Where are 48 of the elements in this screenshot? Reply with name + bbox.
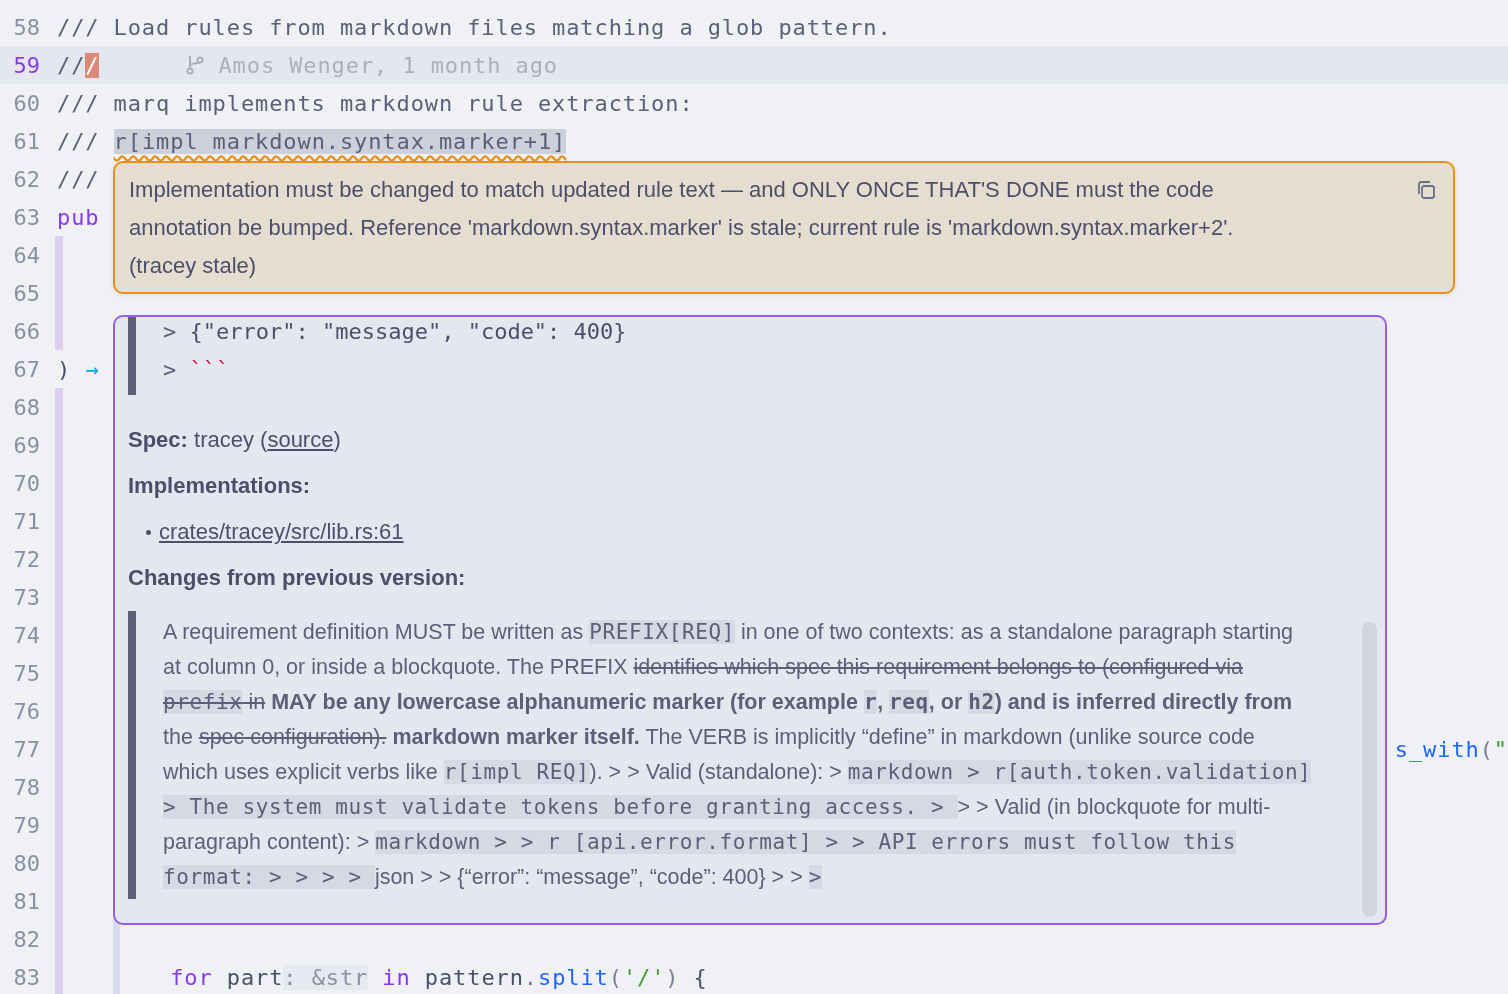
spec-line: Spec: tracey (source) xyxy=(128,426,342,454)
section-heading: Implementations: xyxy=(128,472,312,500)
code-line: > {"error": "message", "code": 400} xyxy=(163,319,628,346)
line-number: 69 xyxy=(12,432,40,458)
line-number: 60 xyxy=(12,90,40,116)
line-number: 72 xyxy=(12,546,40,572)
line-number: 77 xyxy=(12,736,40,762)
code-line: /// xyxy=(57,52,100,78)
line-number: 71 xyxy=(12,508,40,534)
line-number: 73 xyxy=(12,584,40,610)
code-line: /// marq implements markdown rule extraction: xyxy=(57,90,694,116)
line-number: 58 xyxy=(12,14,40,40)
copy-icon[interactable] xyxy=(1415,179,1437,201)
code-line: /// xyxy=(57,166,100,192)
line-number: 82 xyxy=(12,926,40,952)
line-number: 61 xyxy=(12,128,40,154)
bullet-icon xyxy=(146,529,151,535)
code-line: /// r[impl markdown.syntax.marker+1] xyxy=(57,128,567,154)
code-line: > ``` xyxy=(163,357,231,384)
line-number: 64 xyxy=(12,242,40,268)
line-number: 83 xyxy=(12,964,40,990)
line-number: 67 xyxy=(12,356,40,382)
code-line: for part: &str in pattern.split('/') { xyxy=(169,964,708,990)
line-number: 81 xyxy=(12,888,40,914)
line-number: 66 xyxy=(12,318,40,344)
line-number: 62 xyxy=(12,166,40,192)
change-paragraph: A requirement definition MUST be written as PREFIX[REQ] in one of two contexts: as a standalone paragraph starting at column 0, or inside a blockquote. The PREFIX identifies which spec this requirement belongs to (configured via prefix in MAY be any lowercase alphanumeric marker (for example r, req, or h2) and is inferred directly from the spec configuration). markdown marker itself. The VERB is implicitly “define” in markdown (unlike source code which uses explicit verbs like r[impl REQ]). > > Valid (standalone): > markdown > r[auth.token.validation] > The system must validate tokens before granting access. > > > Valid (in blockquote for multi-paragraph content): > markdown > > r [api.error.format] > > API errors must follow this format: > > > > json > > {“error”: “message”, “code”: 400} > > > xyxy=(163,619,1313,891)
line-number: 80 xyxy=(12,850,40,876)
line-number: 76 xyxy=(12,698,40,724)
section-heading: Changes from previous version: xyxy=(128,564,467,592)
code-line: s_with(" xyxy=(1394,736,1508,762)
diagnostic-source: (tracey stale) xyxy=(129,252,258,280)
line-number: 75 xyxy=(12,660,40,686)
code-line: pub xyxy=(57,204,100,230)
line-number: 63 xyxy=(12,204,40,230)
code-line: ) → xyxy=(57,356,100,382)
line-number: 79 xyxy=(12,812,40,838)
branch-icon xyxy=(184,54,207,76)
line-number: 78 xyxy=(12,774,40,800)
line-number: 59 xyxy=(12,52,40,78)
line-number: 74 xyxy=(12,622,40,648)
diagnostic-message: Implementation must be changed to match updated rule text — and ONLY ONCE THAT'S DONE must the code annotation be bumped. Reference 'markdown.syntax.marker' is stale; current rule is 'markdown.syntax.marker+2'. xyxy=(129,176,1235,242)
line-number: 65 xyxy=(12,280,40,306)
line-number: 70 xyxy=(12,470,40,496)
blame-annotation: Amos Wenger, 1 month ago xyxy=(184,52,558,78)
code-line: /// Load rules from markdown files matching a glob pattern. xyxy=(57,14,892,40)
line-number: 68 xyxy=(12,394,40,420)
file-link[interactable]: crates/tracey/src/lib.rs:61 xyxy=(159,517,404,547)
